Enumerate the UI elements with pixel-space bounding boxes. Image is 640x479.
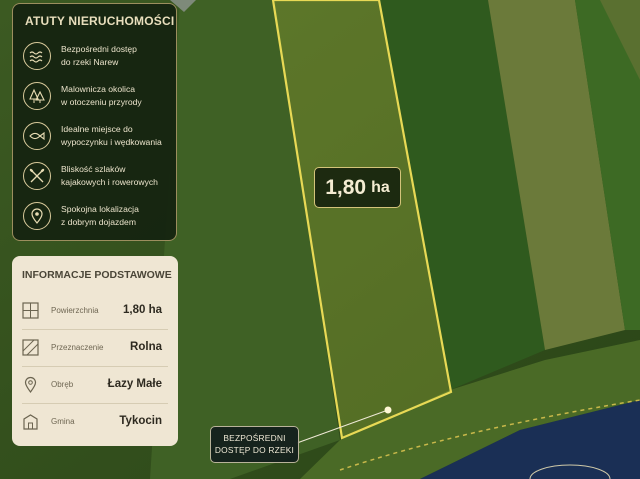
river-label-line: DOSTĘP DO RZEKI <box>214 445 295 455</box>
waves-icon <box>23 42 51 70</box>
info-value: Tykocin <box>119 415 162 427</box>
info-value: Rolna <box>130 341 162 353</box>
amenity-line: z dobrym dojazdem <box>61 216 136 227</box>
info-value: 1,80 ha <box>123 304 162 316</box>
amenity-line: Idealne miejsce do <box>61 124 133 134</box>
fishing-icon <box>23 122 51 150</box>
land-use-icon <box>22 339 39 356</box>
amenity-line: do rzeki Narew <box>61 56 119 67</box>
amenity-nature: Malownicza okolica w otoczeniu przyrody <box>23 80 173 116</box>
info-row-municipality: Gmina Tykocin <box>12 404 178 440</box>
amenity-location: Spokojna lokalizacja z dobrym dojazdem <box>23 200 173 236</box>
info-row-purpose: Przeznaczenie Rolna <box>12 330 178 366</box>
amenity-line: Bliskość szlaków <box>61 164 126 174</box>
info-row-area: Powierzchnia 1,80 ha <box>12 293 178 329</box>
amenities-panel: ATUTY NIERUCHOMOŚCI Bezpośredni dostęp do… <box>12 3 177 241</box>
amenity-line: kajakowych i rowerowych <box>61 176 158 187</box>
info-label: Przeznaczenie <box>51 343 104 352</box>
paddles-icon <box>23 162 51 190</box>
amenity-fishing: Idealne miejsce do wypoczynku i wędkowani… <box>23 120 173 156</box>
amenity-river-access: Bezpośredni dostęp do rzeki Narew <box>23 40 173 76</box>
amenities-title: ATUTY NIERUCHOMOŚCI <box>25 14 175 28</box>
trees-icon <box>23 82 51 110</box>
map-pin-icon <box>24 376 37 393</box>
building-icon <box>23 414 38 430</box>
basic-info-title: INFORMACJE PODSTAWOWE <box>22 269 172 281</box>
area-grid-icon <box>22 302 39 319</box>
parcel-area-badge: 1,80 ha <box>314 167 401 208</box>
river-access-marker <box>384 406 392 414</box>
info-label: Gmina <box>51 417 75 426</box>
amenity-line: w otoczeniu przyrody <box>61 96 142 107</box>
amenity-line: wypoczynku i wędkowania <box>61 136 162 147</box>
basic-info-panel: INFORMACJE PODSTAWOWE Powierzchnia 1,80 … <box>12 256 178 446</box>
info-row-precinct: Obręb Łazy Małe <box>12 367 178 403</box>
info-label: Obręb <box>51 380 74 389</box>
amenity-line: Spokojna lokalizacja <box>61 204 139 214</box>
info-value: Łazy Małe <box>107 378 162 390</box>
amenity-line: Malownicza okolica <box>61 84 136 94</box>
info-label: Powierzchnia <box>51 306 99 315</box>
river-label-line: BEZPOŚREDNI <box>223 433 286 443</box>
area-unit: ha <box>371 178 390 196</box>
amenity-trails: Bliskość szlaków kajakowych i rowerowych <box>23 160 173 196</box>
area-value: 1,80 <box>325 175 367 199</box>
location-pin-icon <box>23 202 51 230</box>
river-access-callout: BEZPOŚREDNI DOSTĘP DO RZEKI <box>210 426 299 463</box>
amenity-line: Bezpośredni dostęp <box>61 44 137 54</box>
